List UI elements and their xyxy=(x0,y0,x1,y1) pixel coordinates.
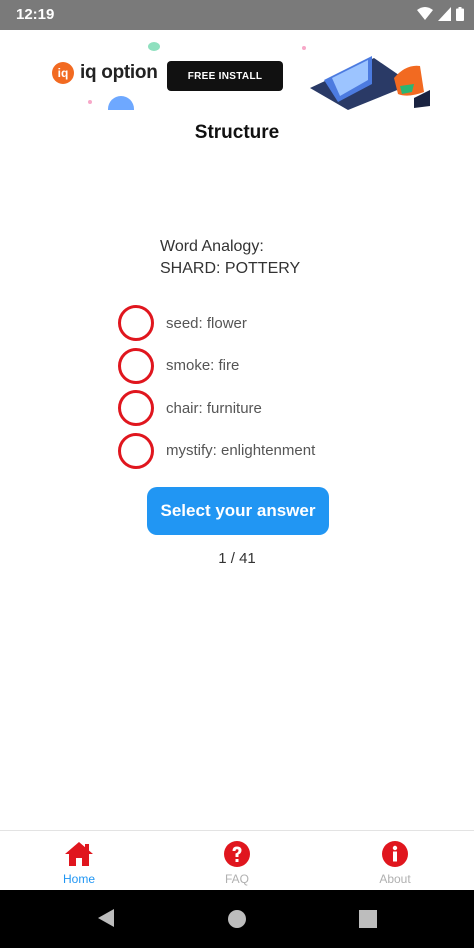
status-icons xyxy=(417,7,464,21)
answer-option-2[interactable]: smoke: fire xyxy=(118,347,315,384)
nav-item-home[interactable]: Home xyxy=(0,831,158,890)
signal-icon xyxy=(438,7,451,21)
ad-banner[interactable]: iq iq option FREE INSTALL xyxy=(40,38,440,110)
back-icon[interactable] xyxy=(97,908,115,928)
decor-dot xyxy=(108,96,134,110)
radio-button[interactable] xyxy=(118,390,154,426)
nav-item-faq[interactable]: FAQ xyxy=(158,831,316,890)
ad-brand: iq option xyxy=(80,62,158,83)
bottom-nav: Home FAQ About xyxy=(0,830,474,890)
home-button-icon[interactable] xyxy=(227,909,247,929)
wifi-icon xyxy=(417,7,433,20)
laptop-illustration-icon xyxy=(310,56,430,110)
question-prompt: Word Analogy: xyxy=(160,238,264,255)
page-title: Structure xyxy=(194,122,280,143)
answer-option-1[interactable]: seed: flower xyxy=(118,305,315,341)
radio-button[interactable] xyxy=(118,347,154,384)
question-text: Word Analogy: SHARD: POTTERY xyxy=(160,236,300,280)
select-answer-button[interactable]: Select your answer xyxy=(147,487,329,535)
info-circle-icon xyxy=(380,839,410,869)
system-nav-bar xyxy=(0,890,474,948)
option-label: seed: flower xyxy=(166,314,247,332)
battery-icon xyxy=(456,7,464,21)
decor-dot xyxy=(88,100,92,104)
home-icon xyxy=(64,839,94,869)
recents-icon[interactable] xyxy=(359,910,377,928)
status-time: 12:19 xyxy=(16,6,55,23)
option-label: mystify: enlightenment xyxy=(166,442,316,459)
nav-item-about[interactable]: About xyxy=(316,831,474,890)
question-circle-icon xyxy=(222,839,252,869)
radio-button[interactable] xyxy=(118,432,154,469)
nav-label: FAQ xyxy=(224,872,249,886)
radio-button[interactable] xyxy=(118,305,154,341)
nav-label: Home xyxy=(62,872,95,886)
question-progress: 1 / 41 xyxy=(218,550,256,567)
option-label: chair: furniture xyxy=(166,399,262,417)
status-bar: 12:19 xyxy=(0,0,474,30)
ad-install-button[interactable]: FREE INSTALL xyxy=(167,61,283,91)
iq-option-logo-icon: iq xyxy=(52,62,74,84)
answer-option-3[interactable]: chair: furniture xyxy=(118,390,315,426)
option-label: smoke: fire xyxy=(166,357,240,374)
decor-dot xyxy=(148,42,160,51)
nav-label: About xyxy=(379,872,411,886)
ad-logo: iq iq option xyxy=(52,62,158,84)
answer-options: seed: flower smoke: fire chair: furnitur… xyxy=(118,305,315,475)
answer-option-4[interactable]: mystify: enlightenment xyxy=(118,432,316,469)
question-pair: SHARD: POTTERY xyxy=(160,260,301,277)
